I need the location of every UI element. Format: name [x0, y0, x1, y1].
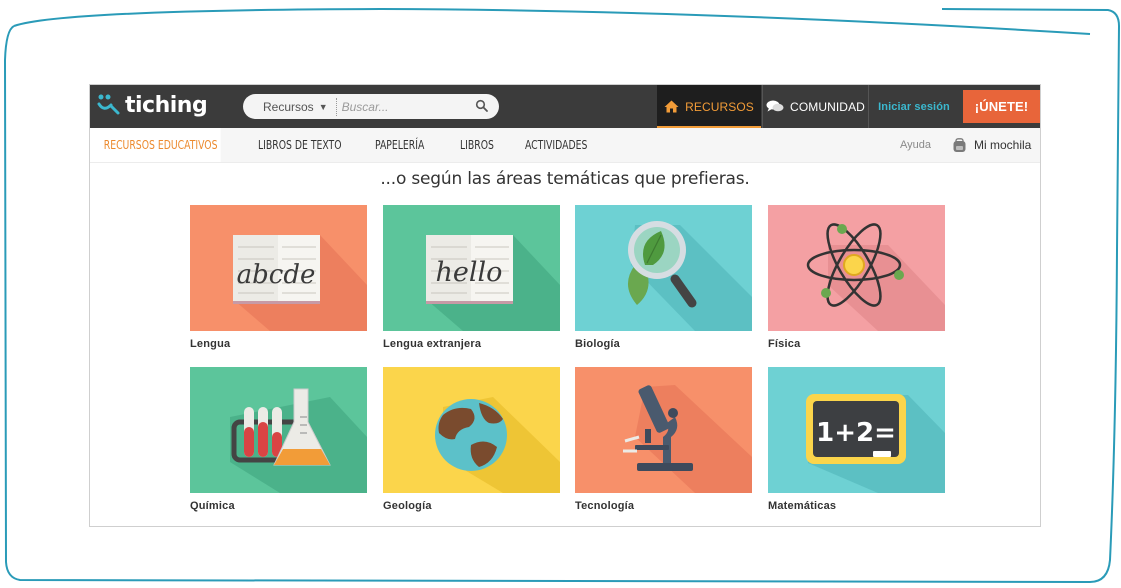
- backpack-icon: [953, 137, 966, 152]
- tiching-logo[interactable]: tiching: [96, 90, 208, 120]
- area-card-lengua[interactable]: abcde Lengua: [190, 205, 367, 350]
- atom-icon: [768, 205, 945, 331]
- area-card-fisica[interactable]: Física: [768, 205, 945, 350]
- nav-recursos-label: RECURSOS: [685, 99, 754, 114]
- logo-text: tiching: [125, 92, 208, 118]
- tab-actividades[interactable]: ACTIVIDADES: [525, 128, 587, 162]
- globe-icon: [383, 367, 560, 493]
- area-card-matematicas[interactable]: 1+2= Matemáticas: [768, 367, 945, 512]
- area-card-label: Lengua: [190, 338, 231, 350]
- top-navigation-bar: tiching Recursos ▼ RECURSOS: [90, 85, 1040, 128]
- login-link[interactable]: Iniciar sesión: [871, 85, 957, 128]
- search-type-dropdown[interactable]: Recursos ▼: [263, 100, 328, 114]
- chevron-down-icon: ▼: [318, 101, 328, 112]
- tab-libros[interactable]: LIBROS: [460, 128, 494, 162]
- category-navigation: RECURSOS EDUCATIVOS LIBROS DE TEXTO PAPE…: [90, 128, 1040, 163]
- help-link[interactable]: Ayuda: [900, 128, 931, 162]
- microscope-icon: [575, 367, 752, 493]
- area-card-lengua-extranjera[interactable]: hello Lengua extranjera: [383, 205, 560, 350]
- area-card-geologia[interactable]: Geología: [383, 367, 560, 512]
- tab-papeleria[interactable]: PAPELERÍA: [375, 128, 424, 162]
- area-card-image: [575, 205, 752, 331]
- tab-recursos-educativos[interactable]: RECURSOS EDUCATIVOS: [90, 128, 221, 162]
- magnifier-leaf-icon: [575, 205, 752, 331]
- nav-comunidad-label: COMUNIDAD: [790, 99, 865, 114]
- book-hello-icon: hello: [383, 205, 560, 331]
- test-tubes-flask-icon: [190, 367, 367, 493]
- logo-magnifier-icon: [97, 94, 120, 115]
- area-card-label: Biología: [575, 338, 620, 350]
- book-abcde-icon: abcde: [190, 205, 367, 331]
- blackboard-icon: 1+2=: [768, 367, 945, 493]
- search-icon[interactable]: [475, 99, 489, 113]
- backpack-link[interactable]: Mi mochila: [951, 128, 1031, 162]
- area-card-label: Matemáticas: [768, 500, 837, 512]
- board-text: 1+2=: [816, 418, 896, 448]
- search-bar: Recursos ▼: [243, 94, 499, 119]
- chat-bubbles-icon: [766, 100, 784, 112]
- nav-comunidad[interactable]: COMUNIDAD: [762, 85, 869, 128]
- area-card-image: [575, 367, 752, 493]
- join-button[interactable]: ¡ÚNETE!: [963, 90, 1040, 123]
- area-card-image: abcde: [190, 205, 367, 331]
- area-card-tecnologia[interactable]: Tecnología: [575, 367, 752, 512]
- book-text: hello: [436, 257, 503, 288]
- section-heading: ...o según las áreas temáticas que prefi…: [380, 169, 750, 189]
- home-icon: [664, 100, 679, 113]
- area-card-biologia[interactable]: Biología: [575, 205, 752, 350]
- area-card-label: Química: [190, 500, 235, 512]
- area-card-label: Tecnología: [575, 500, 635, 512]
- area-card-image: [768, 205, 945, 331]
- backpack-label: Mi mochila: [974, 138, 1032, 152]
- area-card-image: [383, 367, 560, 493]
- area-card-quimica[interactable]: Química: [190, 367, 367, 512]
- nav-recursos[interactable]: RECURSOS: [657, 85, 761, 128]
- area-card-label: Geología: [383, 500, 432, 512]
- tab-libros-de-texto[interactable]: LIBROS DE TEXTO: [258, 128, 342, 162]
- area-card-label: Lengua extranjera: [383, 338, 482, 350]
- area-card-image: [190, 367, 367, 493]
- area-card-label: Física: [768, 338, 801, 350]
- search-type-label: Recursos: [263, 99, 314, 114]
- area-card-image: 1+2=: [768, 367, 945, 493]
- website-screenshot: tiching Recursos ▼ RECURSOS: [89, 84, 1041, 527]
- area-card-image: hello: [383, 205, 560, 331]
- book-text: abcde: [237, 260, 316, 290]
- search-divider: [335, 97, 337, 116]
- search-input[interactable]: [341, 99, 472, 114]
